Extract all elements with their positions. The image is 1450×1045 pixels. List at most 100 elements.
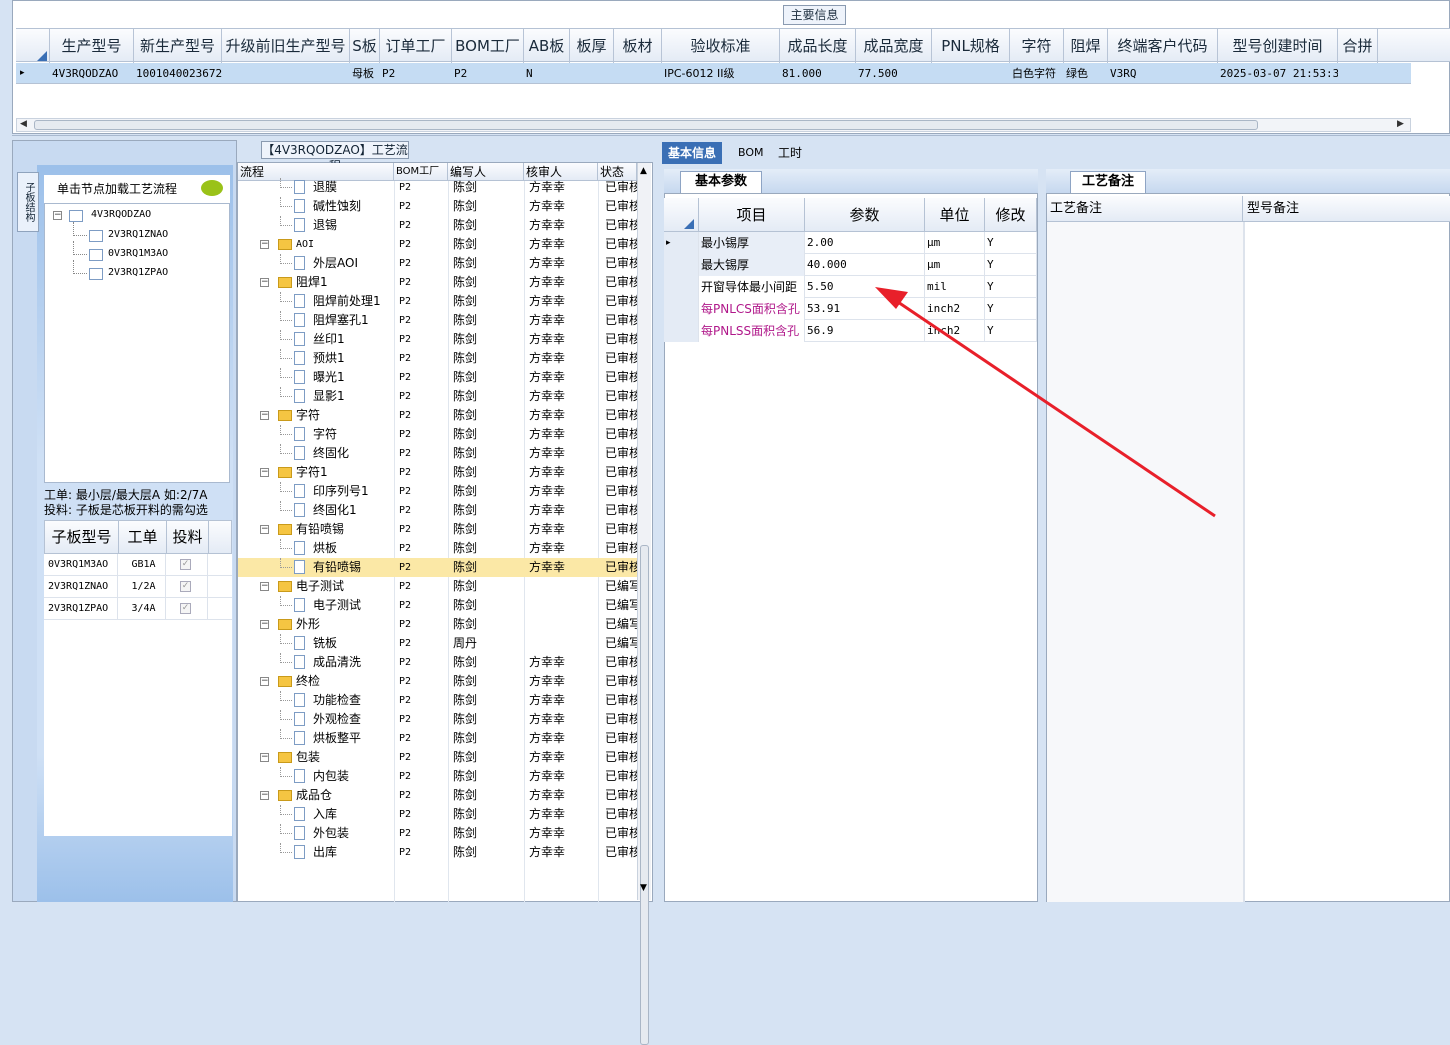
row-selector[interactable]	[664, 276, 699, 298]
scroll-down-arrow-icon[interactable]: ▼	[640, 883, 647, 893]
cell-0[interactable]: 4V3RQODZAO	[50, 63, 134, 84]
cell-9[interactable]: IPC-6012 II级	[662, 63, 780, 84]
param-value[interactable]: 40.000	[805, 254, 925, 276]
cell-12[interactable]	[932, 63, 1010, 84]
process-row[interactable]: − 成品仓 P2 陈剑 方幸幸 已审核	[238, 786, 637, 805]
col-7[interactable]: 板厚	[570, 29, 614, 63]
process-vertical-scrollbar[interactable]: ▲ ▼	[637, 163, 651, 1045]
process-row[interactable]: 字符 P2 陈剑 方幸幸 已审核	[238, 425, 637, 444]
cell-2[interactable]	[222, 63, 350, 84]
cell-3[interactable]: 母板	[350, 63, 380, 84]
param-item[interactable]: 开窗导体最小间距	[699, 276, 805, 298]
sub-model-cell[interactable]: 2V3RQ1ZPAO	[44, 598, 118, 620]
collapse-icon[interactable]: −	[53, 211, 62, 220]
process-row[interactable]: − 字符 P2 陈剑 方幸幸 已审核	[238, 406, 637, 425]
col-2[interactable]: 升级前旧生产型号	[222, 29, 350, 63]
process-row[interactable]: − 外形 P2 陈剑 已编写	[238, 615, 637, 634]
col-6[interactable]: AB板	[524, 29, 570, 63]
param-value[interactable]: 2.00	[805, 232, 925, 254]
param-row[interactable]: 每PNLSS面积含孔 56.9 inch2 Y	[664, 320, 1037, 342]
col-1[interactable]: 新生产型号	[134, 29, 222, 63]
col-12[interactable]: PNL规格	[932, 29, 1010, 63]
tab-basic-params[interactable]: 基本参数	[680, 171, 762, 193]
col-3[interactable]: S板	[350, 29, 380, 63]
process-row[interactable]: 铣板 P2 周丹 已编写	[238, 634, 637, 653]
sub-model-cell[interactable]: 2V3RQ1ZNAO	[44, 576, 118, 598]
param-item[interactable]: 每PNLSS面积含孔	[699, 320, 805, 342]
tree-node-checkbox-icon[interactable]	[89, 249, 103, 261]
col-10[interactable]: 成品长度	[780, 29, 856, 63]
cell-8[interactable]	[614, 63, 662, 84]
collapse-icon[interactable]: −	[260, 240, 269, 249]
process-row[interactable]: 阻焊塞孔1 P2 陈剑 方幸幸 已审核	[238, 311, 637, 330]
param-item[interactable]: 最大锡厚	[699, 254, 805, 276]
collapse-icon[interactable]: −	[260, 582, 269, 591]
col-order[interactable]: 工单	[119, 521, 167, 553]
process-row[interactable]: − 阻焊1 P2 陈剑 方幸幸 已审核	[238, 273, 637, 292]
order-cell[interactable]: 3/4A	[118, 598, 166, 620]
sub-model-cell[interactable]: 0V3RQ1M3AO	[44, 554, 118, 576]
row-selector[interactable]	[664, 254, 699, 276]
col-feed[interactable]: 投料	[167, 521, 209, 553]
cell-13[interactable]: 白色字符	[1010, 63, 1064, 84]
collapse-icon[interactable]: −	[260, 620, 269, 629]
sub-board-row[interactable]: 2V3RQ1ZNAO 1/2A ✓	[44, 576, 232, 598]
process-row[interactable]: − 电子测试 P2 陈剑 已编写	[238, 577, 637, 596]
process-row[interactable]: 入库 P2 陈剑 方幸幸 已审核	[238, 805, 637, 824]
col-9[interactable]: 验收标准	[662, 29, 780, 63]
scroll-left-arrow-icon[interactable]: ◀	[20, 119, 27, 129]
col-15[interactable]: 终端客户代码	[1108, 29, 1218, 63]
col-param[interactable]: 参数	[805, 198, 925, 232]
sub-board-row[interactable]: 0V3RQ1M3AO GB1A ✓	[44, 554, 232, 576]
feed-cell[interactable]: ✓	[166, 554, 208, 576]
process-row[interactable]: 退锡 P2 陈剑 方幸幸 已审核	[238, 216, 637, 235]
process-row[interactable]: 外包装 P2 陈剑 方幸幸 已审核	[238, 824, 637, 843]
order-cell[interactable]: GB1A	[118, 554, 166, 576]
process-row[interactable]: 曝光1 P2 陈剑 方幸幸 已审核	[238, 368, 637, 387]
tab-work-hours[interactable]: 工时	[772, 142, 808, 164]
col-sub-model[interactable]: 子板型号	[45, 521, 119, 553]
param-row[interactable]: 每PNLCS面积含孔 53.91 inch2 Y	[664, 298, 1037, 320]
col-4[interactable]: 订单工厂	[380, 29, 452, 63]
process-row[interactable]: 有铅喷锡 P2 陈剑 方幸幸 已审核	[238, 558, 637, 577]
cell-16[interactable]: 2025-03-07 21:53:39	[1218, 63, 1338, 84]
cell-14[interactable]: 绿色	[1064, 63, 1108, 84]
cell-6[interactable]: N	[524, 63, 570, 84]
tree-node[interactable]: 2V3RQ1ZPAO	[53, 260, 223, 282]
row-marker-icon[interactable]: ▸	[664, 232, 699, 254]
col-8[interactable]: 板材	[614, 29, 662, 63]
process-row[interactable]: 外层AOI P2 陈剑 方幸幸 已审核	[238, 254, 637, 273]
cell-7[interactable]	[570, 63, 614, 84]
process-row[interactable]: 终固化 P2 陈剑 方幸幸 已审核	[238, 444, 637, 463]
scroll-up-arrow-icon[interactable]: ▲	[640, 166, 647, 176]
cell-5[interactable]: P2	[452, 63, 524, 84]
process-row[interactable]: 内包装 P2 陈剑 方幸幸 已审核	[238, 767, 637, 786]
feed-checkbox[interactable]: ✓	[180, 559, 191, 570]
cell-15[interactable]: V3RQ	[1108, 63, 1218, 84]
process-row[interactable]: − AOI P2 陈剑 方幸幸 已审核	[238, 235, 637, 254]
col-item[interactable]: 项目	[699, 198, 805, 232]
process-note-field[interactable]	[1047, 222, 1243, 902]
process-row[interactable]: 碱性蚀刻 P2 陈剑 方幸幸 已审核	[238, 197, 637, 216]
col-14[interactable]: 阻焊	[1064, 29, 1108, 63]
col-0[interactable]: 生产型号	[50, 29, 134, 63]
sub-board-row[interactable]: 2V3RQ1ZPAO 3/4A ✓	[44, 598, 232, 620]
vertical-splitter[interactable]	[654, 140, 662, 902]
process-row[interactable]: − 字符1 P2 陈剑 方幸幸 已审核	[238, 463, 637, 482]
param-modify[interactable]: Y	[985, 232, 1037, 254]
process-row[interactable]: − 有铅喷锡 P2 陈剑 方幸幸 已审核	[238, 520, 637, 539]
col-11[interactable]: 成品宽度	[856, 29, 932, 63]
collapse-icon[interactable]: −	[260, 411, 269, 420]
param-modify[interactable]: Y	[985, 254, 1037, 276]
param-value[interactable]: 53.91	[805, 298, 925, 320]
cell-1[interactable]: 10010400236722	[134, 63, 222, 84]
param-item[interactable]: 每PNLCS面积含孔	[699, 298, 805, 320]
process-row[interactable]: 出库 P2 陈剑 方幸幸 已审核	[238, 843, 637, 862]
scroll-right-arrow-icon[interactable]: ▶	[1397, 119, 1404, 129]
param-row[interactable]: 开窗导体最小间距 5.50 mil Y	[664, 276, 1037, 298]
main-grid-row[interactable]: ▸ 4V3RQODZAO 10010400236722 母板 P2 P2 N IPC-6012…	[16, 63, 1411, 84]
col-unit[interactable]: 单位	[925, 198, 985, 232]
col-13[interactable]: 字符	[1010, 29, 1064, 63]
col-process-note[interactable]: 工艺备注	[1047, 196, 1243, 222]
process-row[interactable]: 烘板 P2 陈剑 方幸幸 已审核	[238, 539, 637, 558]
